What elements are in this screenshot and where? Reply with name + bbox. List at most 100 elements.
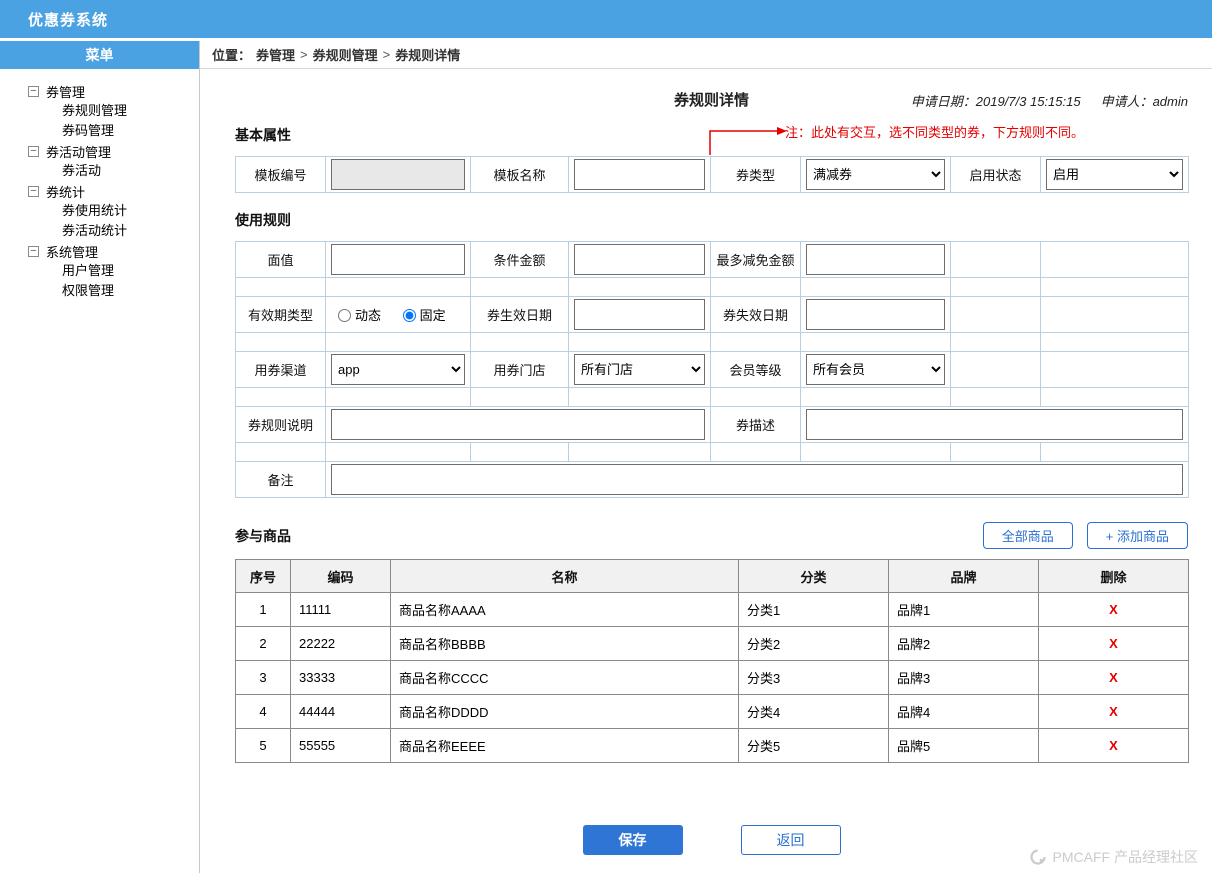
breadcrumb-separator: >: [382, 47, 391, 62]
store-select[interactable]: 所有门店: [574, 354, 705, 385]
col-name: 名称: [390, 559, 739, 593]
delete-row-button[interactable]: X: [1038, 592, 1189, 627]
cell-seq: 5: [235, 728, 291, 763]
cell-category: 分类4: [738, 694, 889, 729]
all-products-button[interactable]: 全部商品: [982, 522, 1073, 549]
sidebar-menu-tree: − 券管理 券规则管理 券码管理 − 券活动管理 券活动 − 券统计 券使用统计…: [0, 69, 199, 301]
cell-brand: 品牌1: [888, 592, 1039, 627]
collapse-icon[interactable]: −: [28, 145, 39, 157]
coupon-type-label: 券类型: [710, 156, 801, 193]
cell-name: 商品名称EEEE: [390, 728, 739, 763]
max-discount-input[interactable]: [806, 244, 945, 275]
sidebar-item-usage-stats[interactable]: 券使用统计: [28, 201, 199, 221]
sidebar-group-system-mgmt[interactable]: − 系统管理: [28, 241, 199, 261]
validity-fixed-radio[interactable]: 固定: [402, 308, 446, 323]
coupon-desc-input[interactable]: [806, 409, 1183, 440]
cell-code: 55555: [290, 728, 391, 763]
delete-row-button[interactable]: X: [1038, 694, 1189, 729]
sidebar-group-label: 系统管理: [46, 244, 99, 260]
sidebar-item-coupon-code-mgmt[interactable]: 券码管理: [28, 121, 199, 141]
sidebar-group-label: 券统计: [46, 184, 86, 200]
sidebar-item-coupon-rule-mgmt[interactable]: 券规则管理: [28, 101, 199, 121]
cell-brand: 品牌4: [888, 694, 1039, 729]
delete-row-button[interactable]: X: [1038, 626, 1189, 661]
breadcrumb: 位置： 券管理 > 券规则管理 > 券规则详情: [200, 41, 1212, 69]
apply-date: 申请日期：2019/7/3 15:15:15: [910, 94, 1081, 109]
status-select[interactable]: 启用: [1046, 159, 1183, 190]
cell-code: 44444: [290, 694, 391, 729]
breadcrumb-prefix: 位置：: [212, 48, 252, 63]
apply-info: 申请日期：2019/7/3 15:15:15 申请人：admin: [911, 91, 1188, 110]
validity-dynamic-radio[interactable]: 动态: [338, 308, 381, 323]
app-header: 优惠券系统: [0, 0, 1212, 38]
template-code-input[interactable]: [331, 159, 465, 190]
delete-row-button[interactable]: X: [1038, 660, 1189, 695]
sidebar-item-coupon-activity[interactable]: 券活动: [28, 161, 199, 181]
condition-amount-input[interactable]: [574, 244, 705, 275]
sidebar-group-statistics[interactable]: − 券统计: [28, 181, 199, 201]
face-value-label: 面值: [235, 241, 326, 278]
collapse-icon[interactable]: −: [28, 85, 39, 97]
cell-brand: 品牌3: [888, 660, 1039, 695]
expire-date-label: 券失效日期: [710, 296, 801, 333]
channel-select[interactable]: app: [331, 354, 465, 385]
collapse-icon[interactable]: −: [28, 245, 39, 257]
remark-label: 备注: [235, 461, 326, 498]
member-level-select[interactable]: 所有会员: [806, 354, 945, 385]
sidebar-group-label: 券活动管理: [46, 144, 112, 160]
template-name-input[interactable]: [574, 159, 705, 190]
back-button[interactable]: 返回: [740, 825, 841, 855]
sidebar-group-label: 券管理: [46, 84, 86, 100]
add-product-button[interactable]: + 添加商品: [1086, 522, 1188, 549]
products-table: 序号 编码 名称 分类 品牌 删除 1 11111 商品名称AAAA 分类1 品…: [235, 559, 1189, 763]
face-value-input[interactable]: [331, 244, 465, 275]
template-code-label: 模板编号: [235, 156, 326, 193]
member-level-label: 会员等级: [710, 351, 801, 388]
note-arrow-icon: [709, 127, 787, 155]
main-area: 位置： 券管理 > 券规则管理 > 券规则详情 券规则详情 申请日期：2019/…: [200, 41, 1212, 873]
breadcrumb-item-coupon-mgmt[interactable]: 券管理: [256, 45, 295, 64]
expire-date-input[interactable]: [806, 299, 945, 330]
page-content: 券规则详情 申请日期：2019/7/3 15:15:15 申请人：admin 基…: [200, 69, 1212, 873]
remark-input[interactable]: [331, 464, 1183, 495]
sidebar-group-coupon-mgmt[interactable]: − 券管理: [28, 81, 199, 101]
max-discount-label: 最多减免金额: [710, 241, 801, 278]
breadcrumb-item-rule-detail: 券规则详情: [395, 48, 461, 63]
table-row: 5 55555 商品名称EEEE 分类5 品牌5 X: [235, 728, 1189, 763]
table-row: 1 11111 商品名称AAAA 分类1 品牌1 X: [235, 592, 1189, 627]
cell-seq: 2: [235, 626, 291, 661]
sidebar-group-activity-mgmt[interactable]: − 券活动管理: [28, 141, 199, 161]
cell-seq: 3: [235, 660, 291, 695]
effective-date-input[interactable]: [574, 299, 705, 330]
collapse-icon[interactable]: −: [28, 185, 39, 197]
cell-category: 分类2: [738, 626, 889, 661]
cell-category: 分类3: [738, 660, 889, 695]
cell-brand: 品牌2: [888, 626, 1039, 661]
col-seq: 序号: [235, 559, 291, 593]
cell-category: 分类1: [738, 592, 889, 627]
cell-category: 分类5: [738, 728, 889, 763]
watermark: PMCAFF 产品经理社区: [1029, 847, 1198, 867]
breadcrumb-item-rule-mgmt[interactable]: 券规则管理: [313, 45, 378, 64]
status-label: 启用状态: [950, 156, 1041, 193]
rule-desc-input[interactable]: [331, 409, 705, 440]
applicant: 申请人：admin: [1100, 94, 1188, 109]
col-code: 编码: [290, 559, 391, 593]
interaction-note: 注：此处有交互，选不同类型的券，下方规则不同。: [785, 125, 1085, 140]
delete-row-button[interactable]: X: [1038, 728, 1189, 763]
products-header-row: 序号 编码 名称 分类 品牌 删除: [235, 559, 1189, 593]
col-delete: 删除: [1038, 559, 1189, 593]
cell-seq: 1: [235, 592, 291, 627]
coupon-type-select[interactable]: 满减券: [806, 159, 945, 190]
cell-name: 商品名称AAAA: [390, 592, 739, 627]
cell-name: 商品名称DDDD: [390, 694, 739, 729]
save-button[interactable]: 保存: [582, 825, 683, 855]
cell-seq: 4: [235, 694, 291, 729]
sidebar-item-permission-mgmt[interactable]: 权限管理: [28, 281, 199, 301]
breadcrumb-separator: >: [300, 47, 308, 62]
sidebar-item-user-mgmt[interactable]: 用户管理: [28, 261, 199, 281]
cell-code: 22222: [290, 626, 391, 661]
col-brand: 品牌: [888, 559, 1039, 593]
table-row: 4 44444 商品名称DDDD 分类4 品牌4 X: [235, 694, 1189, 729]
sidebar-item-activity-stats[interactable]: 券活动统计: [28, 221, 199, 241]
